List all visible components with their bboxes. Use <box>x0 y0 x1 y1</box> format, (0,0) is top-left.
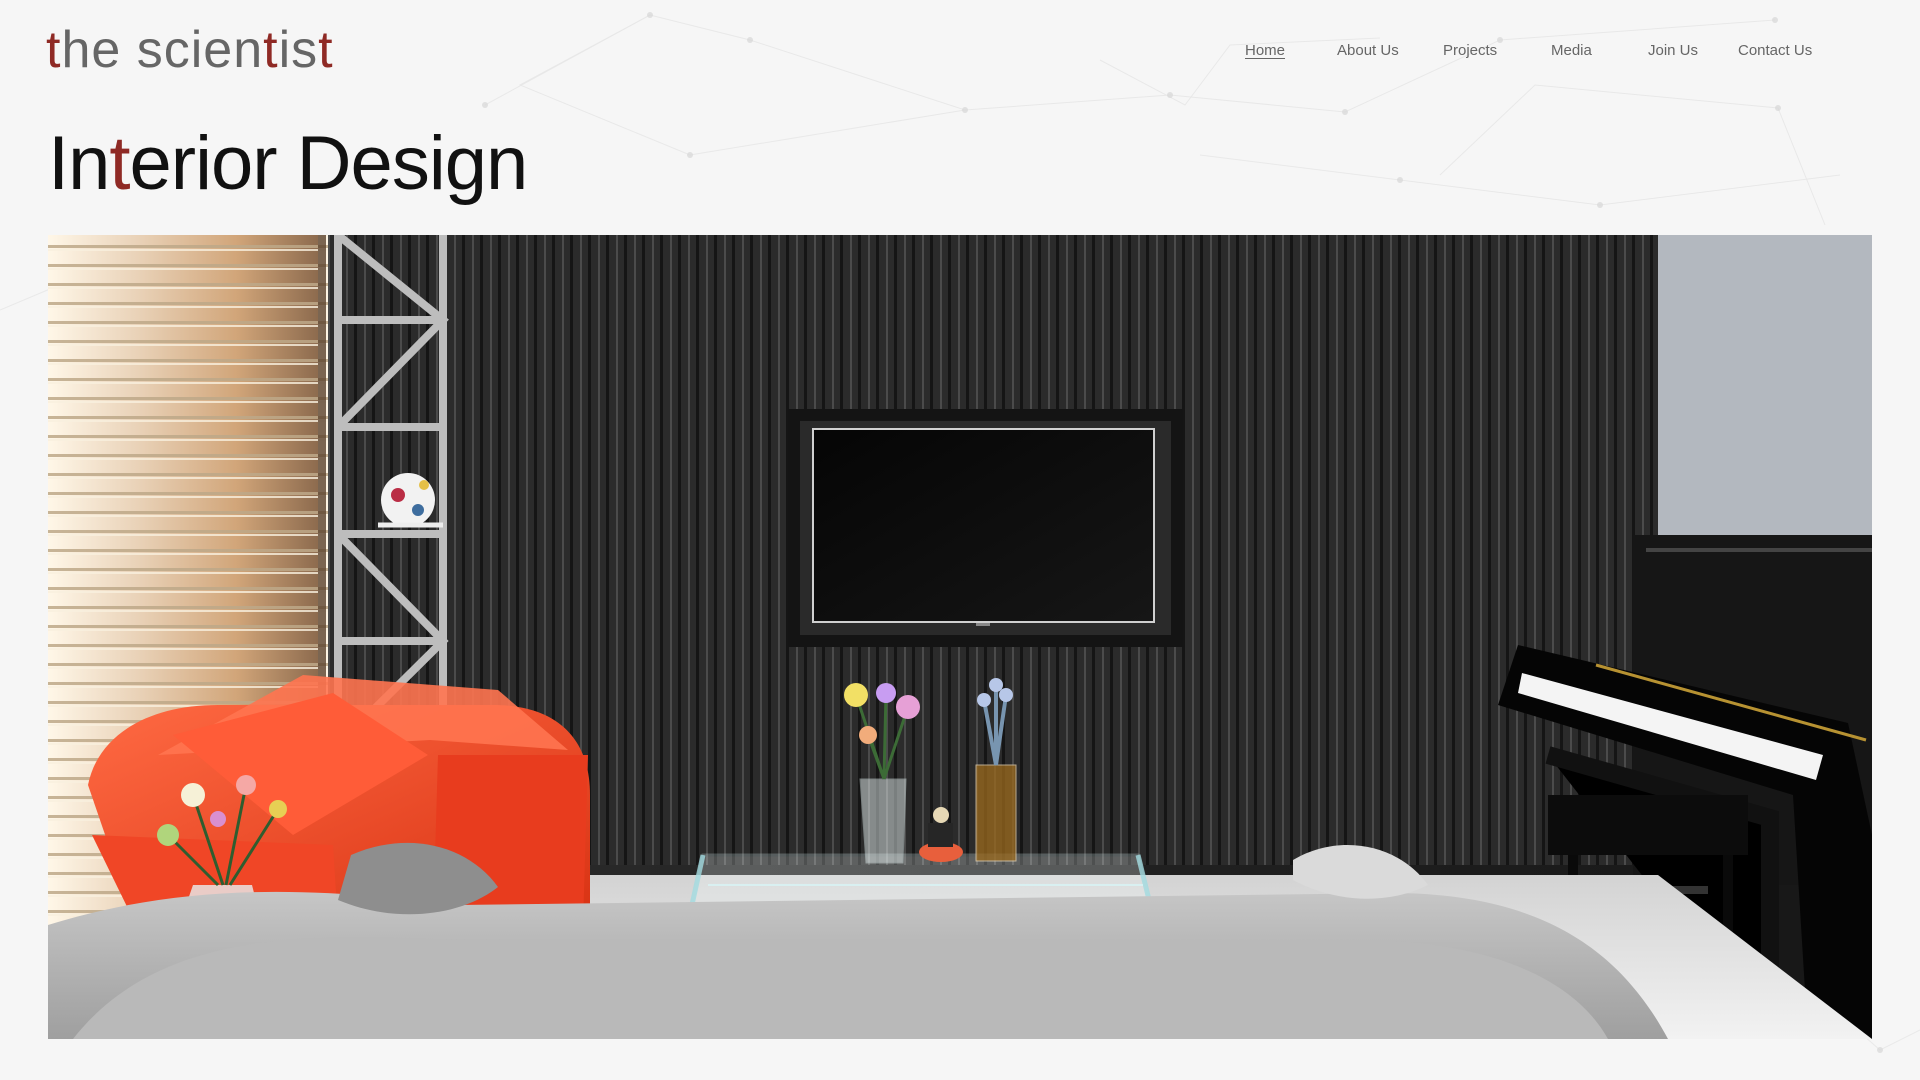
page-title: Interior Design <box>48 118 529 210</box>
site-logo[interactable]: the scientist <box>46 18 334 82</box>
nav-link-join-us[interactable]: Join Us <box>1648 39 1738 63</box>
website-page: the scientist Home About Us Projects Med… <box>0 0 1920 1080</box>
nav-link-contact-us[interactable]: Contact Us <box>1738 39 1812 63</box>
page-title-part: In <box>48 121 110 206</box>
site-header: the scientist Home About Us Projects Med… <box>0 0 1920 100</box>
logo-accent-t: t <box>46 21 62 79</box>
nav-link-about-us[interactable]: About Us <box>1337 39 1443 63</box>
page-title-accent-letter: t <box>109 121 130 206</box>
nav-link-media[interactable]: Media <box>1551 39 1648 63</box>
nav-link-projects[interactable]: Projects <box>1443 39 1551 63</box>
logo-text-part: is <box>278 21 319 79</box>
logo-text-part: he scien <box>61 21 264 79</box>
page-title-part: erior Design <box>129 121 529 206</box>
main-navigation: Home About Us Projects Media Join Us Con… <box>1245 39 1812 63</box>
logo-accent-t: t <box>263 21 279 79</box>
interior-hero-image <box>48 235 1872 1039</box>
logo-accent-t: t <box>318 21 334 79</box>
nav-link-home[interactable]: Home <box>1245 39 1337 63</box>
